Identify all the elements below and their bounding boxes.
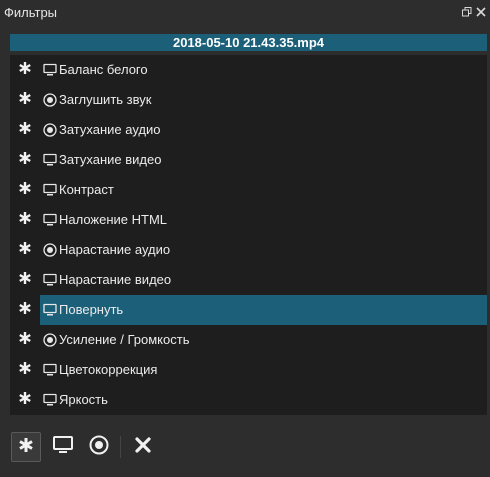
filter-list: Баланс белого Заглушить звук Затухание ауд… bbox=[10, 55, 487, 415]
filter-row: Баланс белого bbox=[10, 55, 487, 85]
favorite-asterisk-icon[interactable] bbox=[16, 211, 34, 229]
favorite-asterisk-icon[interactable] bbox=[16, 331, 34, 349]
favorite-asterisk-icon[interactable] bbox=[16, 301, 34, 319]
filter-row: Повернуть bbox=[10, 295, 487, 325]
monitor-icon bbox=[43, 183, 57, 197]
monitor-icon bbox=[43, 213, 57, 227]
favorite-asterisk-icon[interactable] bbox=[16, 241, 34, 259]
filter-label: Яркость bbox=[59, 392, 108, 407]
filter-row: Усиление / Громкость bbox=[10, 325, 487, 355]
speaker-icon bbox=[43, 243, 57, 257]
filter-row: Яркость bbox=[10, 385, 487, 415]
asterisk-icon bbox=[18, 437, 34, 458]
filter-item[interactable]: Затухание аудио bbox=[40, 115, 487, 145]
float-icon[interactable] bbox=[462, 7, 472, 17]
close-filter-button[interactable] bbox=[128, 432, 158, 462]
filter-row: Затухание аудио bbox=[10, 115, 487, 145]
filter-label: Баланс белого bbox=[59, 62, 148, 77]
speaker-icon bbox=[89, 435, 109, 460]
close-icon[interactable] bbox=[476, 7, 486, 17]
speaker-icon bbox=[43, 123, 57, 137]
favorite-asterisk-icon[interactable] bbox=[16, 91, 34, 109]
filter-item[interactable]: Нарастание аудио bbox=[40, 235, 487, 265]
close-x-icon bbox=[135, 436, 151, 458]
favorite-asterisk-icon[interactable] bbox=[16, 271, 34, 289]
clip-filename: 2018-05-10 21.43.35.mp4 bbox=[10, 34, 487, 51]
filter-label: Нарастание аудио bbox=[59, 242, 171, 257]
filter-item[interactable]: Повернуть bbox=[40, 295, 487, 325]
filter-row: Заглушить звук bbox=[10, 85, 487, 115]
filter-label: Контраст bbox=[59, 182, 114, 197]
favorite-asterisk-icon[interactable] bbox=[16, 61, 34, 79]
filter-label: Нарастание видео bbox=[59, 272, 172, 287]
window-title: Фильтры bbox=[4, 5, 58, 20]
favorite-asterisk-icon[interactable] bbox=[16, 361, 34, 379]
filter-label: Цветокоррекция bbox=[59, 362, 158, 377]
filter-label: Заглушить звук bbox=[59, 92, 152, 107]
filter-label: Наложение HTML bbox=[59, 212, 168, 227]
toolbar-divider bbox=[120, 436, 121, 458]
monitor-icon bbox=[43, 303, 57, 317]
audio-filter-button[interactable] bbox=[84, 432, 114, 462]
filter-label: Затухание видео bbox=[59, 152, 162, 167]
video-filter-button[interactable] bbox=[48, 432, 78, 462]
monitor-icon bbox=[43, 363, 57, 377]
filter-row: Затухание видео bbox=[10, 145, 487, 175]
filter-item[interactable]: Контраст bbox=[40, 175, 487, 205]
filter-item[interactable]: Нарастание видео bbox=[40, 265, 487, 295]
speaker-icon bbox=[43, 93, 57, 107]
filter-label: Повернуть bbox=[59, 302, 124, 317]
filter-item[interactable]: Наложение HTML bbox=[40, 205, 487, 235]
monitor-icon bbox=[53, 435, 73, 459]
favorite-asterisk-icon[interactable] bbox=[16, 181, 34, 199]
monitor-icon bbox=[43, 393, 57, 407]
favorite-asterisk-icon[interactable] bbox=[16, 121, 34, 139]
filter-label: Затухание аудио bbox=[59, 122, 161, 137]
filter-row: Нарастание аудио bbox=[10, 235, 487, 265]
filter-row: Цветокоррекция bbox=[10, 355, 487, 385]
filter-item[interactable]: Усиление / Громкость bbox=[40, 325, 487, 355]
filter-row: Нарастание видео bbox=[10, 265, 487, 295]
filter-toolbar bbox=[10, 432, 210, 462]
monitor-icon bbox=[43, 273, 57, 287]
filter-item[interactable]: Яркость bbox=[40, 385, 487, 415]
filter-item[interactable]: Цветокоррекция bbox=[40, 355, 487, 385]
filter-row: Наложение HTML bbox=[10, 205, 487, 235]
filter-item[interactable]: Баланс белого bbox=[40, 55, 487, 85]
speaker-icon bbox=[43, 333, 57, 347]
filter-item[interactable]: Затухание видео bbox=[40, 145, 487, 175]
favorites-filter-button[interactable] bbox=[11, 432, 41, 462]
filter-label: Усиление / Громкость bbox=[59, 332, 190, 347]
filter-item[interactable]: Заглушить звук bbox=[40, 85, 487, 115]
favorite-asterisk-icon[interactable] bbox=[16, 391, 34, 409]
monitor-icon bbox=[43, 63, 57, 77]
title-bar: Фильтры bbox=[0, 0, 490, 26]
filter-row: Контраст bbox=[10, 175, 487, 205]
favorite-asterisk-icon[interactable] bbox=[16, 151, 34, 169]
monitor-icon bbox=[43, 153, 57, 167]
